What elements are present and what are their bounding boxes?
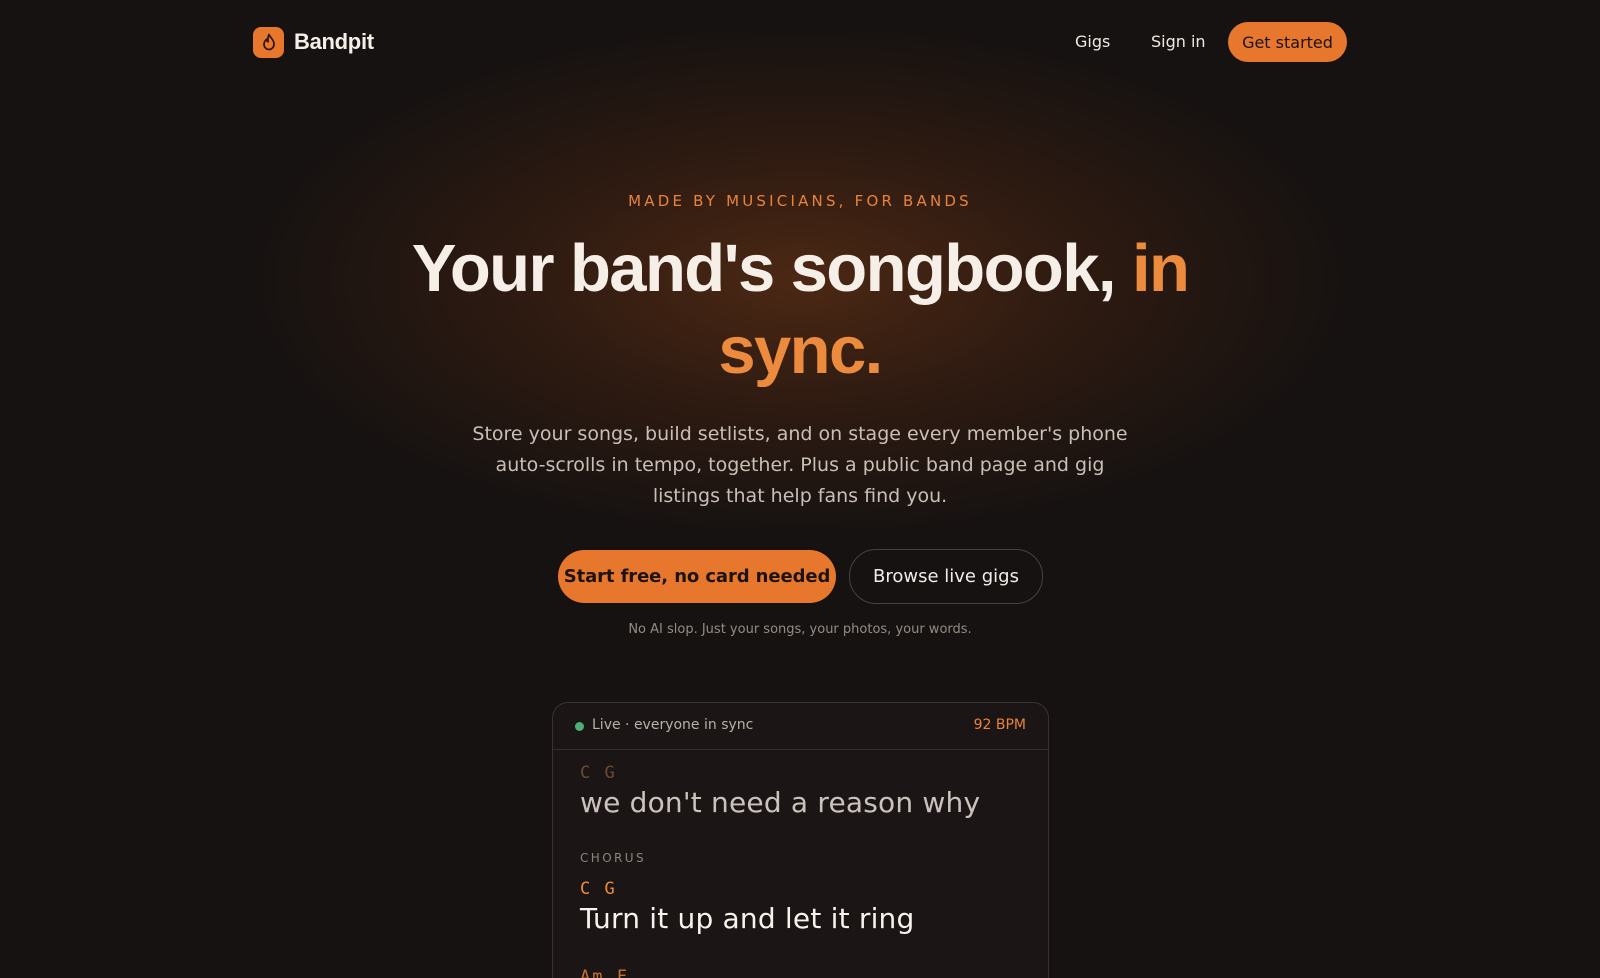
hero-fineprint: No AI slop. Just your songs, your photos…	[628, 622, 972, 637]
headline-main: Your band's songbook,	[411, 231, 1132, 306]
past-chords: C G	[580, 763, 617, 783]
live-sync-card: Live · everyone in sync 92 BPM C G we do…	[552, 702, 1049, 978]
hero-subhead: Store your songs, build setlists, and on…	[472, 423, 1128, 507]
get-started-button[interactable]: Get started	[1228, 22, 1347, 62]
section-label: CHORUS	[580, 851, 646, 865]
hero-eyebrow: MADE BY MUSICIANS, FOR BANDS	[628, 192, 972, 210]
nav-link-sign-in[interactable]: Sign in	[1151, 32, 1206, 51]
brand-name: Bandpit	[294, 29, 374, 54]
browse-gigs-button[interactable]: Browse live gigs	[849, 549, 1043, 604]
landing-page: Bandpit Gigs Sign in Get started MADE BY…	[0, 0, 1600, 978]
hero-headline: Your band's songbook, in sync.	[380, 228, 1220, 392]
nav-link-gigs[interactable]: Gigs	[1075, 32, 1110, 51]
flame-icon	[253, 26, 284, 58]
next-chords: Am F	[580, 967, 629, 978]
live-card-header: Live · everyone in sync 92 BPM	[553, 703, 1048, 750]
tempo-badge: 92 BPM	[973, 717, 1026, 733]
top-nav: Bandpit Gigs Sign in Get started	[253, 22, 1347, 62]
start-free-button[interactable]: Start free, no card needed	[558, 550, 836, 603]
live-status-text: Live · everyone in sync	[592, 717, 754, 733]
current-chords: C G	[580, 879, 617, 899]
past-lyric-line: we don't need a reason why	[580, 786, 981, 819]
current-lyric-line: Turn it up and let it ring	[580, 902, 915, 935]
brand-logo[interactable]: Bandpit	[253, 26, 374, 58]
live-status-icon	[575, 722, 584, 731]
